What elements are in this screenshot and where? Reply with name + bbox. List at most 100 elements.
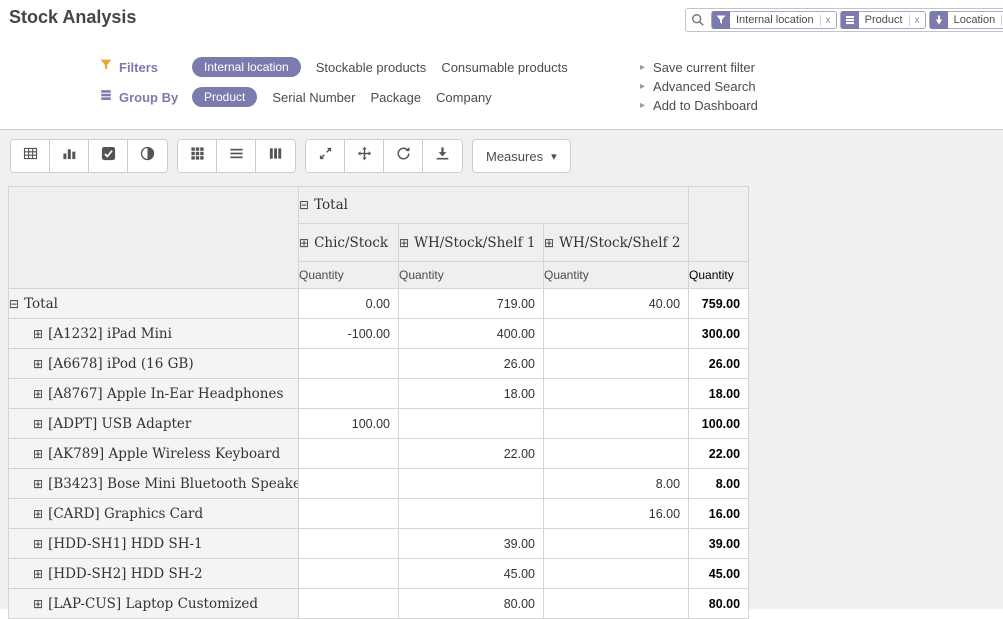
groupby-row: Group By Product Serial Number Package Comp… bbox=[100, 87, 640, 107]
row-header-a6678-ipod-16-gb[interactable]: [A6678] iPod (16 GB) bbox=[9, 349, 299, 379]
row-total-cell: 18.00 bbox=[689, 379, 749, 409]
row-total-cell: 26.00 bbox=[689, 349, 749, 379]
action-add-to-dashboard[interactable]: ▸ Add to Dashboard bbox=[640, 96, 995, 115]
bar-chart-button[interactable] bbox=[50, 140, 89, 172]
measure-header[interactable]: Quantity bbox=[299, 262, 399, 289]
refresh-button[interactable] bbox=[384, 140, 423, 172]
table-row: [A6678] iPod (16 GB)26.0026.00 bbox=[9, 349, 749, 379]
row-header-lap-cus-laptop-customized[interactable]: [LAP-CUS] Laptop Customized bbox=[9, 589, 299, 619]
pivot-table-button[interactable] bbox=[11, 140, 50, 172]
value-cell: 18.00 bbox=[399, 379, 544, 409]
value-cell: 80.00 bbox=[399, 589, 544, 619]
refresh-icon bbox=[396, 146, 411, 166]
table-row: [A8767] Apple In-Ear Headphones 18.00 18.0… bbox=[9, 379, 749, 409]
facet-remove-button[interactable]: x bbox=[820, 15, 836, 26]
expand-all-button[interactable] bbox=[345, 140, 384, 172]
caret-right-icon: ▸ bbox=[640, 96, 645, 115]
filters-head: Filters bbox=[100, 58, 192, 76]
search-facet-location[interactable]: Locationx bbox=[929, 11, 1003, 29]
value-cell bbox=[544, 559, 689, 589]
row-header-adpt-usb-adapter[interactable]: [ADPT] USB Adapter bbox=[9, 409, 299, 439]
row-header-a8767-apple-in-ear-headphones[interactable]: [A8767] Apple In-Ear Headphones bbox=[9, 379, 299, 409]
groupby-items: Product Serial Number Package Company bbox=[192, 87, 492, 107]
table-row: Total0.00719.0040.00759.00 bbox=[9, 289, 749, 319]
search-facet-internal-location[interactable]: Internal locationx bbox=[711, 11, 837, 29]
row-label: [A6678] iPod (16 GB) bbox=[48, 356, 194, 372]
facet-remove-button[interactable]: x bbox=[909, 15, 925, 26]
expand-icon bbox=[544, 236, 554, 250]
groupby-item-package[interactable]: Package bbox=[370, 90, 421, 105]
groupby-item-serial-number[interactable]: Serial Number bbox=[272, 90, 355, 105]
filter-item-consumable-products[interactable]: Consumable products bbox=[441, 60, 567, 75]
list-view-button[interactable] bbox=[217, 140, 256, 172]
value-cell bbox=[399, 469, 544, 499]
pivot-column-header-wh-stock-shelf-2[interactable]: WH/Stock/Shelf 2 bbox=[544, 224, 689, 262]
value-cell: 39.00 bbox=[399, 529, 544, 559]
value-cell bbox=[299, 559, 399, 589]
check-square-button[interactable] bbox=[89, 140, 128, 172]
arrows-all-icon bbox=[357, 146, 372, 166]
expand-icon bbox=[33, 507, 43, 521]
total-measure-header[interactable]: Quantity bbox=[689, 262, 749, 289]
groupby-head: Group By bbox=[100, 88, 192, 106]
search-facets: Internal locationxProductxLocationx bbox=[708, 11, 1003, 29]
value-cell bbox=[299, 379, 399, 409]
columns-view-button[interactable] bbox=[256, 140, 295, 172]
table-row: [AK789] Apple Wireless Keyboard22.0022.0… bbox=[9, 439, 749, 469]
row-header-b3423-bose-mini-bluetooth-speaker[interactable]: [B3423] Bose Mini Bluetooth Speaker bbox=[9, 469, 299, 499]
search-facet-product[interactable]: Productx bbox=[840, 11, 926, 29]
flip-axis-button[interactable] bbox=[306, 140, 345, 172]
expand-icon bbox=[33, 567, 43, 581]
row-header-hdd-sh2-hdd-sh-2[interactable]: [HDD-SH2] HDD SH-2 bbox=[9, 559, 299, 589]
table-action-button-group bbox=[305, 139, 463, 173]
action-advanced-search[interactable]: ▸Advanced Search bbox=[640, 77, 995, 96]
row-header-hdd-sh1-hdd-sh-1[interactable]: [HDD-SH1] HDD SH-1 bbox=[9, 529, 299, 559]
row-label: [B3423] Bose Mini Bluetooth Speaker bbox=[48, 476, 298, 492]
groupby-item-company[interactable]: Company bbox=[436, 90, 492, 105]
table-row: [HDD-SH1] HDD SH-1 39.00 39.00 bbox=[9, 529, 749, 559]
filters-row: Filters Internal location Stockable produ… bbox=[100, 57, 640, 77]
row-total-cell: 8.00 bbox=[689, 469, 749, 499]
action-save-current-filter[interactable]: ▸Save current filter bbox=[640, 58, 995, 77]
pivot-column-header-wh-stock-shelf-1[interactable]: WH/Stock/Shelf 1 bbox=[399, 224, 544, 262]
adjust-contrast-button[interactable] bbox=[128, 140, 167, 172]
row-label: Total bbox=[24, 296, 58, 312]
chevron-down-icon: ▾ bbox=[551, 150, 557, 163]
value-cell bbox=[299, 439, 399, 469]
value-cell: 16.00 bbox=[544, 499, 689, 529]
value-cell bbox=[544, 409, 689, 439]
location-facet-icon bbox=[930, 11, 948, 29]
pivot-column-header-chic-stock[interactable]: Chic/Stock bbox=[299, 224, 399, 262]
pivot-corner-cell bbox=[9, 187, 299, 289]
row-header-ak789-apple-wireless-keyboard[interactable]: [AK789] Apple Wireless Keyboard bbox=[9, 439, 299, 469]
search-bar[interactable]: Internal locationxProductxLocationx bbox=[685, 8, 1003, 32]
pivot-column-root-header[interactable]: Total bbox=[299, 187, 689, 224]
row-header-a1232-ipad-mini[interactable]: [A1232] iPad Mini bbox=[9, 319, 299, 349]
pivot-table-header: TotalChic/StockWH/Stock/Shelf 1WH/Stock/… bbox=[9, 187, 749, 289]
row-label: [HDD-SH1] HDD SH-1 bbox=[48, 536, 203, 552]
measures-button[interactable]: Measures ▾ bbox=[472, 139, 571, 173]
row-total-cell: 39.00 bbox=[689, 529, 749, 559]
value-cell: 100.00 bbox=[299, 409, 399, 439]
row-label: [A1232] iPad Mini bbox=[48, 326, 172, 342]
row-total-cell: 16.00 bbox=[689, 499, 749, 529]
row-header-total[interactable]: Total bbox=[9, 289, 299, 319]
value-cell bbox=[544, 349, 689, 379]
measure-header[interactable]: Quantity bbox=[399, 262, 544, 289]
grid-view-button[interactable] bbox=[178, 140, 217, 172]
download-button[interactable] bbox=[423, 140, 462, 172]
row-label: [A8767] Apple In-Ear Headphones bbox=[48, 386, 283, 402]
filter-item-internal-location[interactable]: Internal location bbox=[192, 57, 301, 77]
adjust-contrast-icon bbox=[140, 146, 155, 166]
pivot-total-blank-cell bbox=[689, 187, 749, 262]
groupby-item-product[interactable]: Product bbox=[192, 87, 257, 107]
expand-icon bbox=[33, 447, 43, 461]
content-area: Measures ▾ TotalChic/StockWH/Stock/Shelf… bbox=[0, 130, 1003, 609]
value-cell bbox=[544, 439, 689, 469]
action-label: Add to Dashboard bbox=[653, 96, 758, 115]
pivot-toolbar: Measures ▾ bbox=[10, 139, 1003, 173]
filter-item-stockable-products[interactable]: Stockable products bbox=[316, 60, 427, 75]
row-header-card-graphics-card[interactable]: [CARD] Graphics Card bbox=[9, 499, 299, 529]
measure-header[interactable]: Quantity bbox=[544, 262, 689, 289]
table-row: [A1232] iPad Mini-100.00400.00300.00 bbox=[9, 319, 749, 349]
